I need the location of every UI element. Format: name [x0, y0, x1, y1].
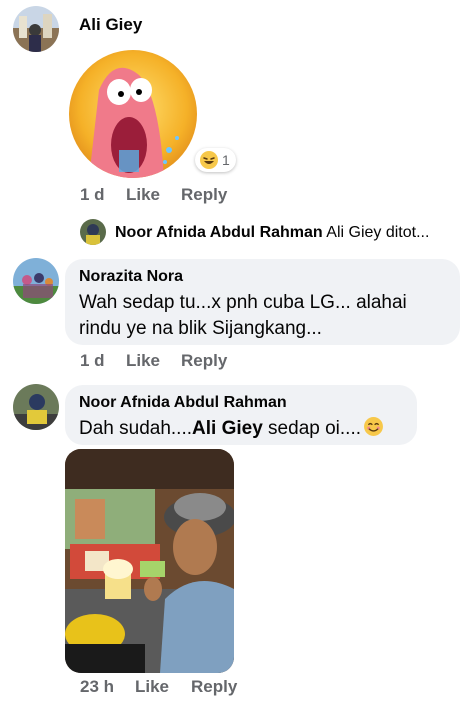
comment-author[interactable]: Norazita Nora	[79, 268, 183, 286]
reply-snippet: Ali Giey ditot...	[326, 224, 430, 241]
reply-preview[interactable]: Noor Afnida Abdul Rahman Ali Giey ditot.…	[115, 224, 429, 242]
comment-author[interactable]: Ali Giey	[79, 15, 142, 35]
comment-time: 1 d	[80, 351, 105, 370]
like-button[interactable]: Like	[135, 677, 169, 697]
avatar-noor-afnida[interactable]	[13, 384, 59, 430]
comment-text-line1: Wah sedap tu...x pnh cuba LG... alahai	[79, 292, 407, 313]
like-button[interactable]: Like	[126, 351, 160, 371]
comment-text-prefix: Dah sudah....	[79, 418, 193, 439]
avatar-image	[80, 219, 106, 245]
avatar-norazita-nora[interactable]	[13, 258, 59, 304]
photo-man-with-ice-cream	[65, 449, 234, 673]
reply-button[interactable]: Reply	[181, 351, 227, 371]
comment-time: 1 d	[80, 185, 105, 204]
comment-author[interactable]: Noor Afnida Abdul Rahman	[79, 394, 287, 412]
comment-photo[interactable]	[65, 449, 234, 673]
comment-text: Dah sudah....Ali Giey sedap oi....	[79, 414, 384, 446]
like-button[interactable]: Like	[126, 185, 160, 205]
haha-icon	[200, 151, 218, 169]
reply-button[interactable]: Reply	[191, 677, 237, 697]
comment-bubble[interactable]: Noor Afnida Abdul Rahman Dah sudah....Al…	[65, 385, 417, 445]
avatar-image	[13, 6, 59, 52]
patrick-sticker-image	[69, 50, 197, 178]
comment-text-line2: rindu ye na blik Sijangkang...	[79, 318, 322, 339]
avatar-noor-afnida-small[interactable]	[80, 219, 106, 245]
reaction-count: 1	[222, 152, 230, 168]
comment-text-suffix: sedap oi....	[262, 418, 362, 439]
comment-bubble[interactable]: Norazita Nora Wah sedap tu...x pnh cuba …	[65, 259, 460, 345]
mention-ali-giey[interactable]: Ali Giey	[192, 418, 263, 439]
reply-author: Noor Afnida Abdul Rahman	[115, 224, 323, 241]
avatar-ali-giey[interactable]	[13, 6, 59, 52]
smile-emoji-icon	[363, 416, 384, 446]
avatar-image	[13, 384, 59, 430]
reply-button[interactable]: Reply	[181, 185, 227, 205]
avatar-image	[13, 258, 59, 304]
reaction-badge[interactable]: 1	[195, 148, 236, 172]
comment-time: 23 h	[80, 677, 115, 696]
comment-sticker[interactable]	[69, 50, 197, 178]
